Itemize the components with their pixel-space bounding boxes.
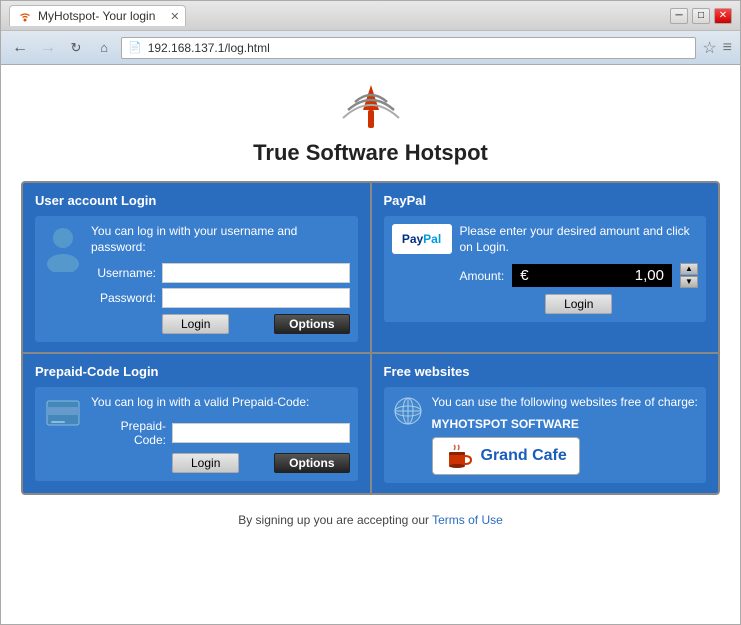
paypal-panel-header: PayPal: [384, 193, 707, 208]
paypal-logo: PayPal: [392, 224, 452, 254]
user-login-btn[interactable]: Login: [162, 314, 229, 334]
user-options-btn[interactable]: Options: [274, 314, 349, 334]
globe-icon: [392, 395, 424, 427]
home-btn[interactable]: ⌂: [93, 37, 115, 59]
user-account-panel: User account Login You can log in with y…: [23, 183, 370, 352]
title-bar: MyHotspot- Your login ✕ ─ □ ✕: [1, 1, 740, 31]
user-panel-header: User account Login: [35, 193, 358, 208]
amount-row: Amount: € 1,00 ▲ ▼: [460, 263, 699, 288]
prepaid-form-buttons: Login Options: [91, 453, 350, 473]
amount-spinners: ▲ ▼: [680, 263, 698, 288]
prepaid-form: You can log in with a valid Prepaid-Code…: [91, 395, 350, 473]
coffee-cup-icon: [445, 442, 473, 470]
back-btn[interactable]: ←: [9, 37, 31, 59]
reload-btn[interactable]: ↻: [65, 37, 87, 59]
paypal-description: Please enter your desired amount and cli…: [460, 224, 699, 255]
close-btn[interactable]: ✕: [714, 8, 732, 24]
prepaid-panel-body: You can log in with a valid Prepaid-Code…: [35, 387, 358, 481]
paypal-panel: PayPal PayPal Please enter your desired …: [372, 183, 719, 352]
username-label: Username:: [91, 266, 156, 280]
prepaid-code-input[interactable]: [172, 423, 350, 443]
password-row: Password:: [91, 288, 350, 308]
password-input[interactable]: [162, 288, 350, 308]
window-controls: ─ □ ✕: [670, 8, 732, 24]
user-panel-body: You can log in with your username and pa…: [35, 216, 358, 342]
paypal-login-row: Login: [460, 294, 699, 314]
amount-value: 1,00: [535, 267, 664, 284]
globe-svg: [393, 396, 423, 426]
free-panel-body: You can use the following websites free …: [384, 387, 707, 483]
amount-label: Amount:: [460, 269, 505, 283]
prepaid-description: You can log in with a valid Prepaid-Code…: [91, 395, 350, 411]
footer-text: By signing up you are accepting our: [238, 513, 432, 527]
page-title: True Software Hotspot: [21, 140, 720, 166]
free-content: You can use the following websites free …: [432, 395, 699, 475]
amount-down-btn[interactable]: ▼: [680, 276, 698, 288]
currency-symbol: €: [520, 267, 528, 284]
amount-box: € 1,00: [512, 264, 672, 287]
prepaid-panel-header: Prepaid-Code Login: [35, 364, 358, 379]
nav-toolbar: ← → ↻ ⌂ 📄 ☆ ≡: [1, 31, 740, 65]
user-avatar-icon: [43, 224, 83, 274]
page-icon: 📄: [128, 41, 142, 54]
myhotspot-software-label: MYHOTSPOT SOFTWARE: [432, 417, 699, 431]
panels-grid: User account Login You can log in with y…: [21, 181, 720, 495]
tab-icon: [18, 9, 32, 23]
address-bar: 📄: [121, 37, 696, 59]
minimize-btn[interactable]: ─: [670, 8, 688, 24]
prepaid-panel: Prepaid-Code Login You can log in with a…: [23, 354, 370, 493]
password-label: Password:: [91, 291, 156, 305]
wifi-icon: [21, 80, 720, 135]
forward-btn[interactable]: →: [37, 37, 59, 59]
free-description: You can use the following websites free …: [432, 395, 699, 411]
paypal-panel-body: PayPal Please enter your desired amount …: [384, 216, 707, 322]
user-form: You can log in with your username and pa…: [91, 224, 350, 334]
user-svg: [45, 226, 81, 272]
prepaid-options-btn[interactable]: Options: [274, 453, 349, 473]
prepaid-code-label: Prepaid-Code:: [91, 419, 166, 447]
user-form-buttons: Login Options: [91, 314, 350, 334]
prepaid-code-row: Prepaid-Code:: [91, 419, 350, 447]
paypal-login-btn[interactable]: Login: [545, 294, 612, 314]
amount-up-btn[interactable]: ▲: [680, 263, 698, 275]
username-row: Username:: [91, 263, 350, 283]
hotspot-header: True Software Hotspot: [21, 80, 720, 166]
wifi-svg: [341, 80, 401, 135]
grand-cafe-btn[interactable]: Grand Cafe: [432, 437, 580, 475]
paypal-content: Please enter your desired amount and cli…: [460, 224, 699, 314]
free-panel-header: Free websites: [384, 364, 707, 379]
browser-tab[interactable]: MyHotspot- Your login ✕: [9, 5, 186, 26]
browser-window: MyHotspot- Your login ✕ ─ □ ✕ ← → ↻ ⌂ 📄 …: [0, 0, 741, 625]
menu-btn[interactable]: ≡: [723, 39, 732, 57]
free-websites-panel: Free websites You can use the following …: [372, 354, 719, 493]
prepaid-login-btn[interactable]: Login: [172, 453, 239, 473]
maximize-btn[interactable]: □: [692, 8, 710, 24]
grand-cafe-label: Grand Cafe: [481, 447, 567, 465]
terms-of-use-link[interactable]: Terms of Use: [432, 513, 503, 527]
username-input[interactable]: [162, 263, 350, 283]
title-bar-left: MyHotspot- Your login ✕: [9, 5, 186, 26]
url-input[interactable]: [148, 41, 690, 55]
page-content: True Software Hotspot User account Login…: [1, 65, 740, 624]
page-footer: By signing up you are accepting our Term…: [21, 505, 720, 531]
user-description: You can log in with your username and pa…: [91, 224, 350, 255]
bookmark-btn[interactable]: ☆: [702, 38, 716, 58]
prepaid-svg: [45, 395, 81, 435]
tab-close-btn[interactable]: ✕: [170, 10, 179, 23]
prepaid-icon: [43, 395, 83, 435]
tab-title: MyHotspot- Your login: [38, 9, 155, 23]
